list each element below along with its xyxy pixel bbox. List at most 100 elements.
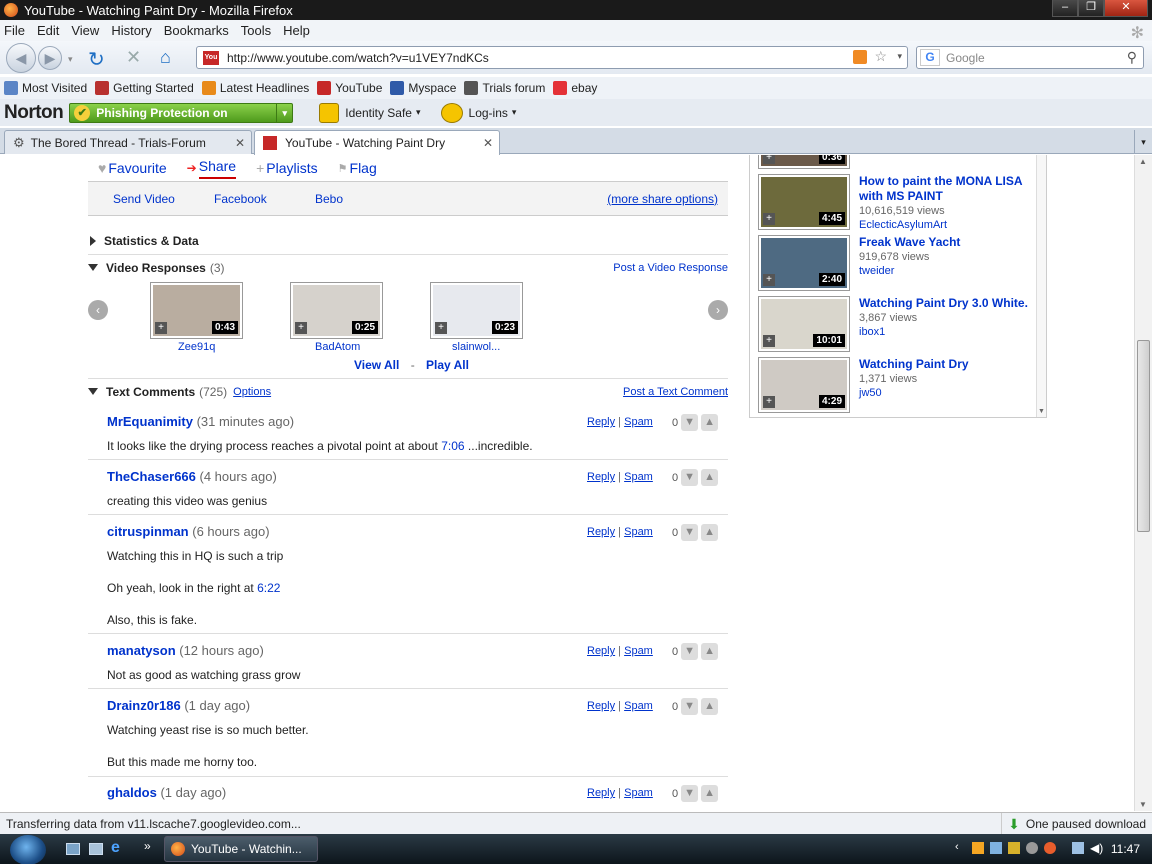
vertical-scrollbar[interactable]: ▲ ▼ <box>1134 155 1152 811</box>
response-user-link[interactable]: BadAtom <box>315 341 360 353</box>
related-user-link[interactable]: ibox1 <box>859 325 1034 339</box>
related-thumbnail[interactable]: +2:40 <box>758 235 850 291</box>
text-comments-header[interactable]: Text Comments (725) Options Post a Text … <box>88 378 728 404</box>
flag-link[interactable]: Flag <box>350 160 377 176</box>
add-icon[interactable]: + <box>435 322 447 334</box>
identity-safe-menu[interactable]: Identity Safe <box>345 106 412 120</box>
forward-button[interactable]: ▶ <box>38 46 62 70</box>
response-thumbnail[interactable]: +0:43 <box>150 282 243 339</box>
volume-icon[interactable]: ◀) <box>1090 841 1103 855</box>
next-arrow-icon[interactable]: › <box>708 300 728 320</box>
bebo-link[interactable]: Bebo <box>315 192 343 206</box>
logins-dropdown-icon[interactable]: ▾ <box>512 107 517 118</box>
scroll-down-icon[interactable]: ▼ <box>1038 408 1045 415</box>
phishing-protection-button[interactable]: ✔ Phishing Protection on ▾ <box>69 102 294 123</box>
scroll-down-icon[interactable]: ▼ <box>1139 800 1147 809</box>
reply-link[interactable]: Reply <box>587 416 615 428</box>
url-dropdown-icon[interactable]: ▾ <box>897 51 902 62</box>
more-share-options-link[interactable]: (more share options) <box>607 192 718 206</box>
menu-history[interactable]: History <box>111 23 151 38</box>
logins-menu[interactable]: Log-ins <box>469 106 508 120</box>
related-user-link[interactable]: tweider <box>859 264 1034 278</box>
history-dropdown-icon[interactable]: ▾ <box>68 54 73 65</box>
post-text-comment-link[interactable]: Post a Text Comment <box>623 386 728 398</box>
add-icon[interactable]: + <box>155 322 167 334</box>
spam-link[interactable]: Spam <box>624 787 653 799</box>
thumbs-up-icon[interactable]: ▲ <box>701 698 719 715</box>
facebook-link[interactable]: Facebook <box>214 192 267 206</box>
related-user-link[interactable]: EclecticAsylumArt <box>859 218 1034 232</box>
taskbar-firefox-item[interactable]: YouTube - Watchin... <box>164 836 318 862</box>
thumbs-up-icon[interactable]: ▲ <box>701 414 719 431</box>
show-desktop-icon[interactable] <box>66 843 80 855</box>
switch-windows-icon[interactable] <box>89 843 103 855</box>
thumbs-down-icon[interactable]: ▼ <box>681 414 699 431</box>
related-title-link[interactable]: Freak Wave Yacht <box>859 235 1034 250</box>
comment-username-link[interactable]: TheChaser666 <box>107 469 196 484</box>
reply-link[interactable]: Reply <box>587 787 615 799</box>
related-scrollbar[interactable]: ▼ <box>1036 155 1046 417</box>
response-thumbnail[interactable]: +0:25 <box>290 282 383 339</box>
bookmark-getting-started[interactable]: Getting Started <box>95 81 194 95</box>
menu-edit[interactable]: Edit <box>37 23 59 38</box>
share-tab[interactable]: Share <box>198 158 237 179</box>
menu-view[interactable]: View <box>71 23 99 38</box>
response-user-link[interactable]: slainwol... <box>452 341 500 353</box>
tray-app-icon[interactable] <box>972 842 984 854</box>
tray-expand-icon[interactable]: ‹ <box>955 841 959 853</box>
related-thumbnail[interactable]: +4:29 <box>758 357 850 413</box>
spam-link[interactable]: Spam <box>624 700 653 712</box>
bookmark-trials-forum[interactable]: Trials forum <box>464 81 545 95</box>
network-icon[interactable] <box>1072 842 1084 854</box>
scroll-up-icon[interactable]: ▲ <box>1139 157 1147 166</box>
thumbs-up-icon[interactable]: ▲ <box>701 643 719 660</box>
back-button[interactable]: ◀ <box>6 43 36 73</box>
related-thumbnail[interactable]: +0:36 <box>758 155 850 169</box>
start-button[interactable] <box>10 835 46 864</box>
prev-arrow-icon[interactable]: ‹ <box>88 300 108 320</box>
scrollbar-thumb[interactable] <box>1137 340 1150 532</box>
bookmark-most-visited[interactable]: Most Visited <box>4 81 87 95</box>
comment-username-link[interactable]: ghaldos <box>107 785 157 800</box>
thumbs-down-icon[interactable]: ▼ <box>681 524 699 541</box>
menu-help[interactable]: Help <box>283 23 310 38</box>
maximize-button[interactable]: ❐ <box>1078 0 1104 17</box>
add-icon[interactable]: + <box>763 274 775 286</box>
spam-link[interactable]: Spam <box>624 645 653 657</box>
tray-app-icon[interactable] <box>1026 842 1038 854</box>
related-video-item[interactable]: +10:01 Watching Paint Dry 3.0 White. 3,867… <box>758 296 1038 354</box>
favourite-link[interactable]: Favourite <box>108 160 166 176</box>
close-button[interactable]: ✕ <box>1104 0 1148 17</box>
reply-link[interactable]: Reply <box>587 526 615 538</box>
identity-dropdown-icon[interactable]: ▾ <box>416 107 421 118</box>
comment-username-link[interactable]: citruspinman <box>107 524 189 539</box>
menu-tools[interactable]: Tools <box>241 23 271 38</box>
add-icon[interactable]: + <box>763 396 775 408</box>
thumbs-up-icon[interactable]: ▲ <box>701 785 719 802</box>
tray-app-icon[interactable] <box>1008 842 1020 854</box>
related-title-link[interactable]: Watching Paint Dry 3.0 White. <box>859 296 1034 311</box>
search-icon[interactable]: ⚲ <box>1127 49 1137 66</box>
google-engine-icon[interactable]: G <box>920 49 940 66</box>
related-thumbnail[interactable]: +4:45 <box>758 174 850 230</box>
clock[interactable]: 11:47 <box>1111 842 1140 856</box>
tab-bored-thread[interactable]: ⚙ The Bored Thread - Trials-Forum ✕ <box>4 130 252 154</box>
home-icon[interactable]: ⌂ <box>160 47 171 68</box>
related-video-item[interactable]: +4:45 How to paint the MONA LISA with MS … <box>758 174 1038 232</box>
thumbs-down-icon[interactable]: ▼ <box>681 698 699 715</box>
add-icon[interactable]: + <box>763 335 775 347</box>
reply-link[interactable]: Reply <box>587 471 615 483</box>
spam-link[interactable]: Spam <box>624 416 653 428</box>
thumbs-down-icon[interactable]: ▼ <box>681 785 699 802</box>
related-video-item[interactable]: +2:40 Freak Wave Yacht 919,678 views tweide… <box>758 235 1038 293</box>
related-video-item[interactable]: +0:36 <box>758 155 1038 171</box>
comment-options-link[interactable]: Options <box>233 386 271 398</box>
post-video-response-link[interactable]: Post a Video Response <box>613 262 728 274</box>
related-user-link[interactable]: jw50 <box>859 386 1034 400</box>
response-user-link[interactable]: Zee91q <box>178 341 215 353</box>
thumbs-down-icon[interactable]: ▼ <box>681 643 699 660</box>
thumbs-up-icon[interactable]: ▲ <box>701 469 719 486</box>
spam-link[interactable]: Spam <box>624 526 653 538</box>
close-tab-icon[interactable]: ✕ <box>235 136 245 150</box>
comment-username-link[interactable]: Drainz0r186 <box>107 698 181 713</box>
